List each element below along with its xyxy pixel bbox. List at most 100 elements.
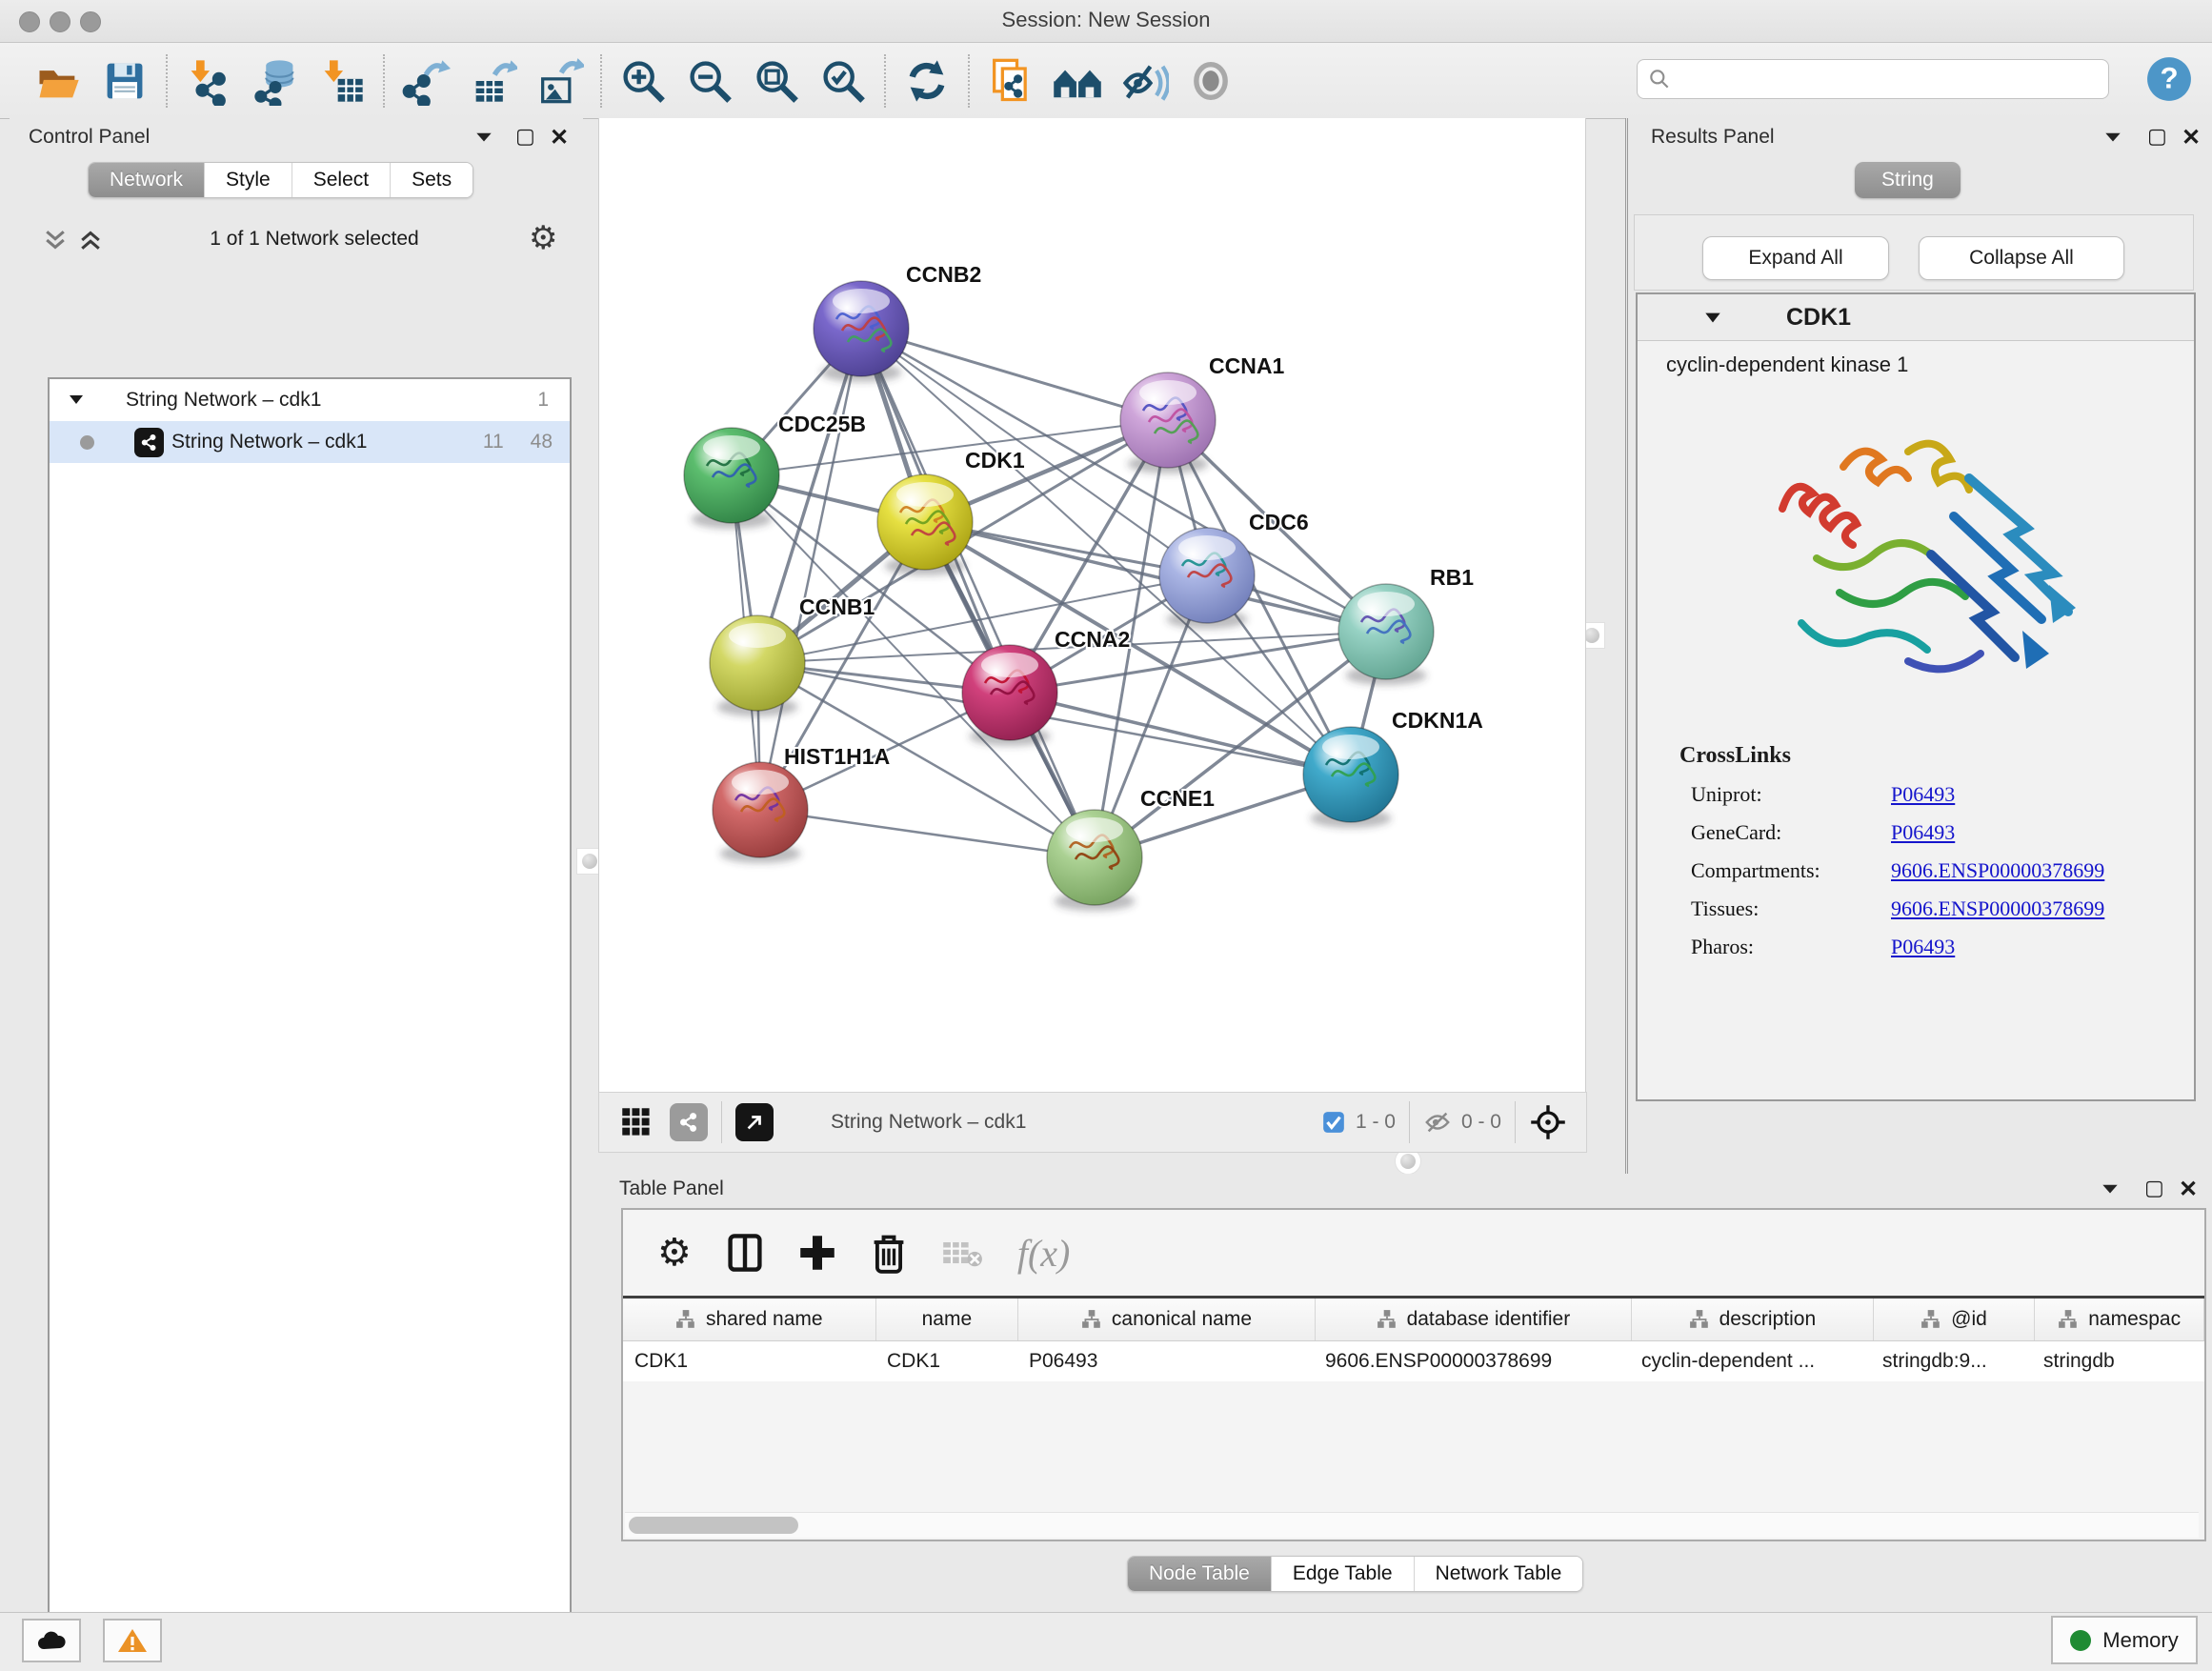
hide-selected-eye-icon[interactable] xyxy=(1111,50,1177,111)
open-in-new-window-icon[interactable] xyxy=(735,1103,774,1141)
tree-expand-icon[interactable] xyxy=(67,391,86,410)
center-view-crosshair-icon[interactable] xyxy=(1529,1103,1567,1141)
network-edge-CCNB2-HIST1H1A[interactable] xyxy=(760,329,861,810)
tab-sets[interactable]: Sets xyxy=(390,163,473,197)
column-header-shared-name[interactable]: shared name xyxy=(623,1299,876,1340)
network-node-CCNB2[interactable]: CCNB2 xyxy=(814,262,981,382)
results-panel-float-icon[interactable] xyxy=(2102,126,2123,147)
table-cell[interactable]: stringdb xyxy=(2032,1341,2201,1381)
memory-button[interactable]: Memory xyxy=(2051,1616,2198,1664)
crosslink-link[interactable]: P06493 xyxy=(1891,782,1955,807)
tab-select[interactable]: Select xyxy=(292,163,390,197)
crosslink-row: Compartments:9606.ENSP00000378699 xyxy=(1691,858,2194,883)
column-header-name[interactable]: name xyxy=(876,1299,1019,1340)
network-collection-count: 1 xyxy=(537,389,549,412)
collapse-all-button[interactable]: Collapse All xyxy=(1919,236,2124,280)
import-network-database-icon[interactable] xyxy=(242,50,309,111)
network-node-CDC6[interactable]: CDC6 xyxy=(1159,510,1309,629)
column-type-icon xyxy=(2058,1309,2079,1330)
hidden-counts: 0 - 0 xyxy=(1461,1111,1501,1134)
show-columns-icon[interactable] xyxy=(726,1232,764,1274)
zoom-selected-icon[interactable] xyxy=(810,50,876,111)
zoom-fit-icon[interactable] xyxy=(743,50,810,111)
hidden-eye-icon[interactable] xyxy=(1423,1108,1452,1137)
network-view-share-icon[interactable] xyxy=(670,1103,708,1141)
scrollbar-thumb[interactable] xyxy=(629,1517,798,1534)
network-graph[interactable]: CCNB2CCNA1CDC25BCDK1CDC6RB1CCNB1CCNA2CDK… xyxy=(599,118,1585,1092)
network-edge-HIST1H1A-CCNE1[interactable] xyxy=(760,810,1095,857)
export-table-icon[interactable] xyxy=(459,50,526,111)
table-panel-float-icon[interactable] xyxy=(2100,1178,2121,1198)
table-panel-maximize-icon[interactable]: ▢ xyxy=(2144,1176,2164,1200)
network-node-CDK1[interactable]: CDK1 xyxy=(877,448,1025,575)
expand-all-button[interactable]: Expand All xyxy=(1702,236,1889,280)
crosslink-link[interactable]: P06493 xyxy=(1891,820,1955,845)
network-node-CDKN1A[interactable]: CDKN1A xyxy=(1303,708,1483,828)
table-panel-close-icon[interactable]: ✕ xyxy=(2179,1176,2198,1203)
search-input[interactable] xyxy=(1637,59,2109,99)
tab-network-table[interactable]: Network Table xyxy=(1414,1557,1583,1591)
table-cell[interactable]: 9606.ENSP00000378699 xyxy=(1314,1341,1630,1381)
tab-style[interactable]: Style xyxy=(204,163,292,197)
selected-checkbox-icon[interactable] xyxy=(1321,1110,1346,1135)
network-options-gear-icon[interactable]: ⚙ xyxy=(529,219,557,257)
expand-all-tree-icon[interactable] xyxy=(76,226,105,254)
birdseye-grid-icon[interactable] xyxy=(620,1106,653,1138)
network-node-HIST1H1A[interactable]: HIST1H1A xyxy=(713,744,890,863)
control-panel-close-icon[interactable]: ✕ xyxy=(550,124,569,151)
zoom-out-icon[interactable] xyxy=(676,50,743,111)
gene-collapse-icon[interactable] xyxy=(1702,307,1723,328)
collapse-all-tree-icon[interactable] xyxy=(41,226,70,254)
column-header-database-identifier[interactable]: database identifier xyxy=(1316,1299,1632,1340)
network-row-selected[interactable]: String Network – cdk1 11 48 xyxy=(50,421,570,463)
import-table-file-icon[interactable] xyxy=(309,50,375,111)
table-horizontal-scrollbar[interactable] xyxy=(625,1512,2199,1538)
results-panel-maximize-icon[interactable]: ▢ xyxy=(2147,124,2167,149)
gene-header-row[interactable]: CDK1 xyxy=(1638,294,2194,341)
network-node-RB1[interactable]: RB1 xyxy=(1338,565,1474,685)
tab-network[interactable]: Network xyxy=(89,163,204,197)
column-header-description[interactable]: description xyxy=(1632,1299,1874,1340)
import-network-file-icon[interactable] xyxy=(175,50,242,111)
crosslink-link[interactable]: P06493 xyxy=(1891,935,1955,959)
tab-node-table[interactable]: Node Table xyxy=(1128,1557,1271,1591)
results-panel-close-icon[interactable]: ✕ xyxy=(2182,124,2201,151)
refresh-icon[interactable] xyxy=(894,50,960,111)
export-network-icon[interactable] xyxy=(392,50,459,111)
tab-string[interactable]: String xyxy=(1855,162,1961,198)
control-panel-float-icon[interactable] xyxy=(473,126,494,147)
table-row[interactable]: CDK1CDK1P064939606.ENSP00000378699cyclin… xyxy=(623,1341,2204,1381)
column-header--id[interactable]: @id xyxy=(1874,1299,2036,1340)
tab-edge-table[interactable]: Edge Table xyxy=(1271,1557,1414,1591)
table-cell[interactable]: stringdb:9... xyxy=(1871,1341,2032,1381)
cloud-status-button[interactable] xyxy=(22,1619,81,1662)
network-canvas[interactable]: CCNB2CCNA1CDC25BCDK1CDC6RB1CCNB1CCNA2CDK… xyxy=(598,118,1586,1092)
network-collection-row[interactable]: String Network – cdk1 1 xyxy=(50,379,570,421)
network-node-CDC25B[interactable]: CDC25B xyxy=(684,412,866,529)
hidden-counts-group: 0 - 0 xyxy=(1423,1108,1501,1137)
crosslink-link[interactable]: 9606.ENSP00000378699 xyxy=(1891,858,2104,883)
column-header-namespac[interactable]: namespac xyxy=(2035,1299,2204,1340)
help-button[interactable]: ? xyxy=(2145,55,2193,103)
control-panel-maximize-icon[interactable]: ▢ xyxy=(515,124,535,149)
crosslink-label: Compartments: xyxy=(1691,858,1891,883)
table-cell[interactable]: CDK1 xyxy=(623,1341,875,1381)
show-glass-eye-icon[interactable] xyxy=(1177,50,1244,111)
apply-style-icon[interactable] xyxy=(977,50,1044,111)
create-column-plus-icon[interactable] xyxy=(798,1234,836,1272)
network-node-count: 11 xyxy=(483,431,504,453)
table-cell[interactable]: cyclin-dependent ... xyxy=(1630,1341,1871,1381)
export-image-icon[interactable] xyxy=(526,50,593,111)
zoom-in-icon[interactable] xyxy=(610,50,676,111)
show-all-houses-icon[interactable] xyxy=(1044,50,1111,111)
column-header-canonical-name[interactable]: canonical name xyxy=(1018,1299,1315,1340)
network-edge-CCNB2-CCNE1[interactable] xyxy=(861,329,1095,857)
warnings-button[interactable] xyxy=(103,1619,162,1662)
table-cell[interactable]: CDK1 xyxy=(875,1341,1017,1381)
open-session-icon[interactable] xyxy=(25,50,91,111)
delete-column-trash-icon[interactable] xyxy=(871,1232,907,1274)
table-cell[interactable]: P06493 xyxy=(1017,1341,1314,1381)
crosslink-link[interactable]: 9606.ENSP00000378699 xyxy=(1891,896,2104,921)
table-settings-gear-icon[interactable]: ⚙ xyxy=(657,1231,692,1275)
save-session-icon[interactable] xyxy=(91,50,158,111)
